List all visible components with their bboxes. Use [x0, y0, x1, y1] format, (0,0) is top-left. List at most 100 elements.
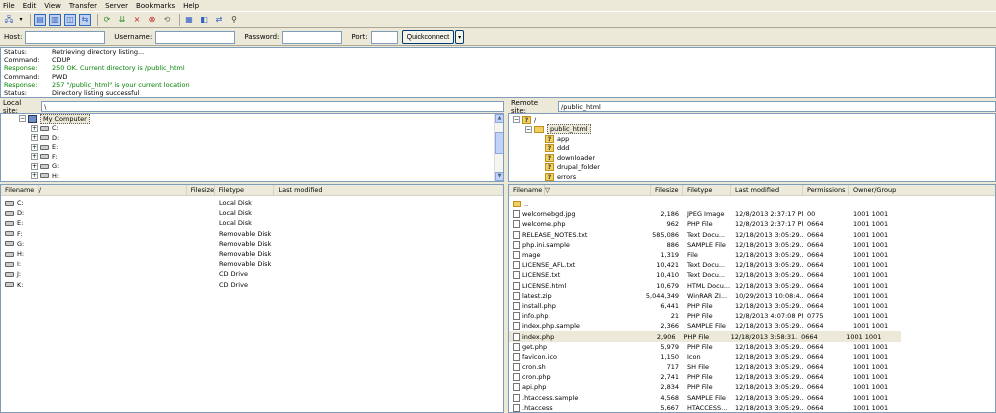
table-row[interactable]: J: CD Drive	[1, 269, 503, 279]
refresh-icon[interactable]: ⟳	[101, 14, 113, 26]
col-filename[interactable]: Filename	[1, 185, 39, 195]
col-filesize[interactable]: Filesize	[187, 185, 215, 195]
host-input[interactable]	[25, 30, 106, 44]
expand-icon[interactable]: +	[31, 134, 38, 142]
site-manager-icon[interactable]: 🖧	[3, 14, 15, 26]
tree-node-root[interactable]: −? /	[509, 115, 995, 125]
menu-view[interactable]: View	[44, 2, 61, 10]
table-row[interactable]: I: Removable Disk	[1, 259, 503, 269]
table-row[interactable]: php.ini.sample 886 SAMPLE File 12/18/2013 3…	[509, 240, 995, 250]
table-row[interactable]: welcomebgd.jpg 2,186 JPEG Image 12/8/2013 2…	[509, 209, 995, 219]
table-row[interactable]: LICENSE_AFL.txt 10,421 Text Docu... 12/18/2…	[509, 260, 995, 270]
tree-node-drive[interactable]: + D:	[1, 133, 503, 143]
scroll-down-icon[interactable]: ▼	[495, 172, 503, 181]
tree-node-public-html[interactable]: − public_html	[509, 124, 995, 135]
expand-icon[interactable]: +	[31, 162, 38, 170]
menu-edit[interactable]: Edit	[23, 2, 37, 10]
menu-transfer[interactable]: Transfer	[69, 2, 97, 10]
tree-node-drive[interactable]: + E:	[1, 143, 503, 153]
remote-file-list[interactable]: Filename ▽ Filesize Filetype Last modifi…	[508, 184, 996, 413]
local-tree[interactable]: − My Computer + C: + D: + E: + F: + G: + H: ▲ ▼	[0, 113, 504, 182]
table-row[interactable]: latest.zip 5,044,349 WinRAR ZI... 10/29/201…	[509, 291, 995, 301]
table-row[interactable]: RELEASE_NOTES.txt 585,086 Text Docu... 12/1…	[509, 230, 995, 240]
table-row[interactable]: cron.sh 717 SH File 12/18/2013 3:05:29... 06…	[509, 362, 995, 372]
local-path-input[interactable]	[41, 101, 504, 112]
col-last-modified[interactable]: Last modified	[731, 185, 803, 195]
local-file-list[interactable]: Filename / Filesize Filetype Last modifi…	[0, 184, 504, 413]
tree-node-drive[interactable]: + H:	[1, 171, 503, 181]
password-input[interactable]	[282, 30, 343, 44]
local-tree-toggle-icon[interactable]: ▥	[49, 13, 61, 26]
tree-node-folder[interactable]: ? drupal_folder	[509, 163, 995, 173]
table-row[interactable]: mage 1,319 File 12/18/2013 3:05:29... 0664 10…	[509, 250, 995, 260]
table-row[interactable]: api.php 2,834 PHP File 12/18/2013 3:05:29..…	[509, 382, 995, 392]
table-row[interactable]: install.php 6,441 PHP File 12/18/2013 3:05:…	[509, 301, 995, 311]
table-row[interactable]: welcome.php 962 PHP File 12/8/2013 2:37:17 …	[509, 219, 995, 229]
table-row[interactable]: LICENSE.html 10,679 HTML Docu... 12/18/2013…	[509, 281, 995, 291]
sync-browse-icon[interactable]: ⇄	[213, 14, 225, 26]
tree-node-folder[interactable]: ? errors	[509, 172, 995, 181]
disconnect-icon[interactable]: ⊗	[146, 14, 158, 26]
quickconnect-dropdown[interactable]: ▾	[455, 30, 465, 44]
expand-icon[interactable]: +	[31, 172, 38, 180]
dropdown-arrow-icon[interactable]: ▾	[18, 14, 24, 26]
table-row[interactable]: H: Removable Disk	[1, 249, 503, 259]
scroll-thumb[interactable]	[495, 132, 503, 154]
username-input[interactable]	[155, 30, 236, 44]
col-filename[interactable]: Filename	[509, 185, 545, 195]
menu-server[interactable]: Server	[105, 2, 128, 10]
table-row[interactable]: info.php 21 PHP File 12/8/2013 4:07:08 PM 07…	[509, 311, 995, 321]
quickconnect-button[interactable]: Quickconnect	[401, 30, 455, 44]
message-log[interactable]: Status: Retrieving directory listing... Co…	[0, 47, 996, 98]
transfer-queue-toggle-icon[interactable]: ⇆	[79, 13, 91, 26]
table-row[interactable]: C: Local Disk	[1, 198, 503, 208]
message-log-toggle-icon[interactable]: ▤	[34, 13, 46, 26]
remote-path-input[interactable]	[558, 101, 996, 112]
col-filetype[interactable]: Filetype	[683, 185, 731, 195]
table-row[interactable]: .htaccess 5,667 HTACCESS... 12/18/2013 3:05…	[509, 403, 995, 412]
tree-node-my-computer[interactable]: − My Computer	[1, 114, 503, 124]
expand-icon[interactable]: +	[31, 143, 38, 151]
reconnect-icon[interactable]: ⟲	[161, 14, 173, 26]
col-owner-group[interactable]: Owner/Group	[849, 185, 995, 195]
tree-node-folder[interactable]: ? app	[509, 134, 995, 144]
search-icon[interactable]: ⚲	[228, 14, 240, 26]
port-input[interactable]	[370, 30, 398, 44]
compare-icon[interactable]: ◧	[198, 14, 210, 26]
expand-icon[interactable]: +	[31, 124, 38, 132]
process-queue-icon[interactable]: ⇊	[116, 14, 128, 26]
table-row[interactable]: .htaccess.sample 4,568 SAMPLE File 12/18/20…	[509, 393, 995, 403]
scroll-up-icon[interactable]: ▲	[495, 114, 503, 123]
local-tree-scrollbar[interactable]: ▲ ▼	[494, 114, 503, 181]
tree-node-drive[interactable]: + C:	[1, 124, 503, 134]
tree-node-drive[interactable]: + G:	[1, 162, 503, 172]
collapse-icon[interactable]: −	[513, 116, 520, 124]
menu-bookmarks[interactable]: Bookmarks	[136, 2, 175, 10]
table-row[interactable]: G: Removable Disk	[1, 239, 503, 249]
menu-help[interactable]: Help	[183, 2, 199, 10]
tree-node-folder[interactable]: ? downloader	[509, 153, 995, 163]
table-row[interactable]: ..	[509, 199, 995, 209]
table-row[interactable]: favicon.ico 1,150 Icon 12/18/2013 3:05:29..…	[509, 352, 995, 362]
table-row[interactable]: index.php 2,906 PHP File 12/18/2013 3:58:31…	[509, 331, 901, 342]
remote-tree-toggle-icon[interactable]: ◫	[64, 13, 76, 26]
table-row[interactable]: K: CD Drive	[1, 280, 503, 290]
filter-icon[interactable]: ▦	[183, 14, 195, 26]
table-row[interactable]: F: Removable Disk	[1, 229, 503, 239]
remote-tree[interactable]: −? / − public_html? app? ddd? downloader? drupa…	[508, 113, 996, 182]
col-permissions[interactable]: Permissions	[803, 185, 849, 195]
menu-file[interactable]: File	[3, 2, 15, 10]
collapse-icon[interactable]: −	[19, 115, 26, 123]
table-row[interactable]: cron.php 2,741 PHP File 12/18/2013 3:05:29.…	[509, 372, 995, 382]
cancel-icon[interactable]: ⨯	[131, 14, 143, 26]
expand-icon[interactable]: +	[31, 153, 38, 161]
tree-node-drive[interactable]: + F:	[1, 152, 503, 162]
table-row[interactable]: E: Local Disk	[1, 218, 503, 228]
table-row[interactable]: LICENSE.txt 10,410 Text Docu... 12/18/2013 …	[509, 270, 995, 280]
col-filetype[interactable]: Filetype	[215, 185, 275, 195]
col-filesize[interactable]: Filesize	[651, 185, 683, 195]
col-last-modified[interactable]: Last modified	[274, 185, 503, 195]
table-row[interactable]: get.php 5,979 PHP File 12/18/2013 3:05:29..…	[509, 342, 995, 352]
collapse-icon[interactable]: −	[525, 125, 532, 133]
table-row[interactable]: D: Local Disk	[1, 208, 503, 218]
